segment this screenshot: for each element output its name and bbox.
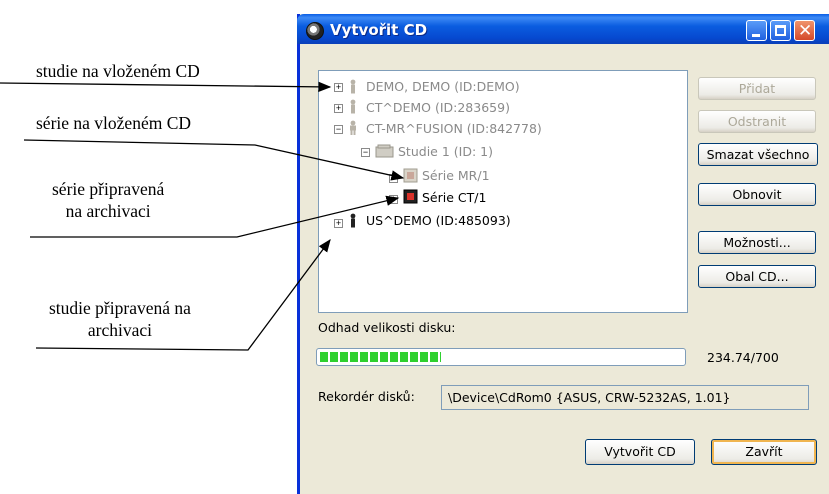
arrow-series-on-cd xyxy=(23,139,405,181)
annotation-arrows xyxy=(0,81,405,351)
arrow-study-on-cd xyxy=(0,81,332,93)
arrow-study-prepared xyxy=(35,238,331,351)
arrow-series-prepared xyxy=(30,195,400,238)
